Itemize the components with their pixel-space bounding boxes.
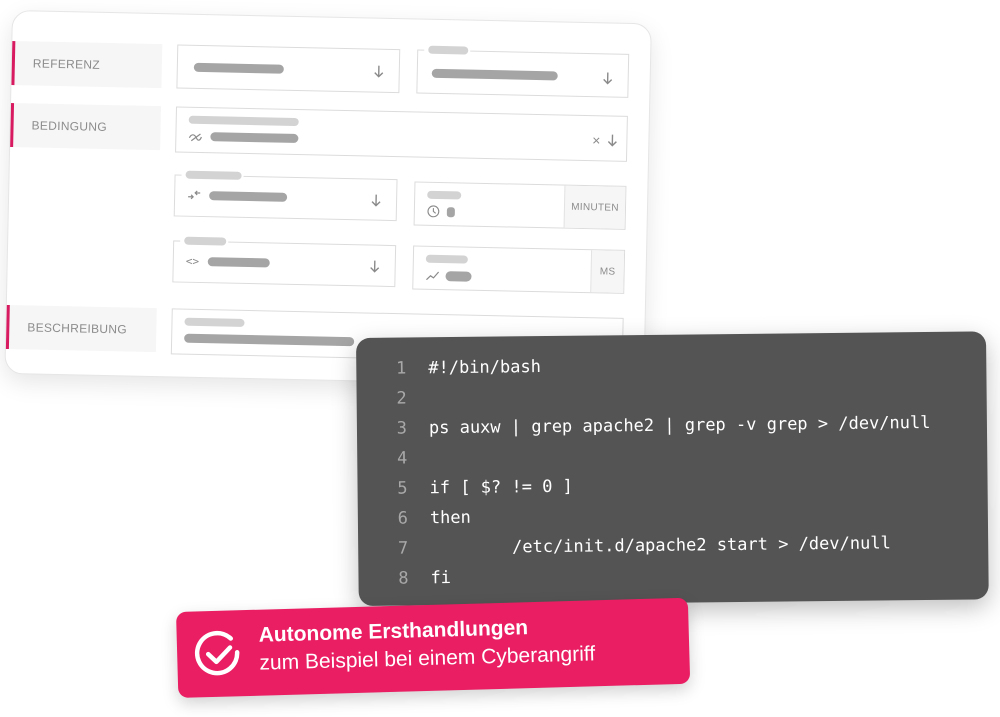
code-line: 5 if [ $? != 0 ]	[357, 472, 573, 504]
line-number: 8	[398, 568, 409, 589]
code-line: 6 then	[358, 503, 471, 534]
code-select[interactable]: <>	[172, 236, 397, 288]
code-panel: 1 #!/bin/bash 2 3 ps auxw | grep apache2 |…	[356, 331, 989, 606]
compare-select[interactable]	[173, 170, 398, 222]
input-value	[445, 271, 472, 282]
line-number: 5	[397, 478, 408, 499]
row-label-referenz: REFERENZ	[11, 41, 163, 89]
arrow-down-icon	[374, 65, 384, 78]
placeholder-label	[425, 254, 468, 264]
code-brackets-icon: <>	[185, 254, 200, 268]
wave-off-icon	[188, 133, 202, 142]
floating-label	[428, 45, 469, 55]
code-line: 7 /etc/init.d/apache2 start > /dev/null	[358, 528, 891, 564]
banner-subtitle: zum Beispiel bei einem Cyberangriff	[259, 642, 596, 675]
label-text: REFERENZ	[32, 56, 101, 72]
duration-ms-input[interactable]: MS	[412, 245, 626, 294]
placeholder-value	[431, 68, 558, 81]
code-text: fi	[430, 568, 452, 589]
arrow-down-icon	[370, 260, 380, 273]
selected-value	[209, 191, 288, 202]
arrow-down-icon	[371, 194, 381, 207]
line-number: 1	[395, 358, 407, 379]
ms-suffix: MS	[590, 250, 625, 293]
placeholder-label	[427, 190, 462, 200]
input-value	[446, 207, 455, 218]
duration-minutes-input[interactable]: MINUTEN	[413, 181, 627, 230]
code-line: 1 #!/bin/bash	[356, 352, 541, 384]
suffix-text: MS	[599, 265, 616, 278]
code-line: 4	[357, 443, 429, 474]
selected-value	[210, 132, 299, 144]
arrows-compare-icon	[188, 190, 201, 200]
label-text: BESCHREIBUNG	[27, 320, 128, 337]
line-number: 3	[396, 418, 408, 439]
line-number: 2	[396, 388, 407, 409]
check-circle-icon	[194, 630, 240, 676]
line-number: 4	[396, 448, 408, 469]
code-text: /etc/init.d/apache2 start > /dev/null	[430, 533, 891, 559]
placeholder-value	[193, 62, 284, 74]
line-number: 7	[397, 538, 409, 559]
trend-icon	[426, 271, 440, 281]
code-line: 3 ps auxw | grep apache2 | grep -v grep >…	[357, 408, 931, 444]
row-label-bedingung: BEDINGUNG	[10, 103, 162, 151]
input-value	[184, 333, 355, 347]
referenz-select[interactable]	[176, 44, 401, 94]
bedingung-select[interactable]: ×	[175, 106, 628, 162]
code-text: if [ $? != 0 ]	[429, 476, 573, 499]
placeholder-label	[184, 317, 245, 327]
code-text: ps auxw | grep apache2 | grep -v grep > …	[428, 412, 931, 439]
feature-banner: Autonome Ersthandlungen zum Beispiel bei…	[176, 597, 691, 698]
referenz-secondary-select[interactable]	[416, 45, 630, 98]
banner-title: Autonome Ersthandlungen	[258, 616, 529, 647]
placeholder-label	[188, 115, 299, 127]
close-icon[interactable]: ×	[592, 132, 601, 148]
line-number: 6	[397, 508, 408, 529]
arrow-down-icon	[603, 72, 613, 85]
code-line: 8 fi	[358, 563, 451, 594]
arrow-down-icon	[607, 134, 617, 147]
minutes-suffix: MINUTEN	[563, 185, 626, 229]
row-label-beschreibung: BESCHREIBUNG	[5, 304, 157, 353]
code-line: 2	[356, 383, 428, 414]
code-text: #!/bin/bash	[428, 357, 542, 379]
clock-icon	[427, 205, 440, 218]
rule-form-card: REFERENZ BEDINGUNG × MINUTEN <> MS BESCH…	[4, 10, 652, 388]
floating-label	[184, 236, 227, 246]
code-text: then	[429, 507, 471, 529]
floating-label	[185, 170, 242, 180]
label-text: BEDINGUNG	[31, 118, 108, 135]
suffix-text: MINUTEN	[571, 201, 619, 214]
selected-value	[207, 257, 270, 268]
